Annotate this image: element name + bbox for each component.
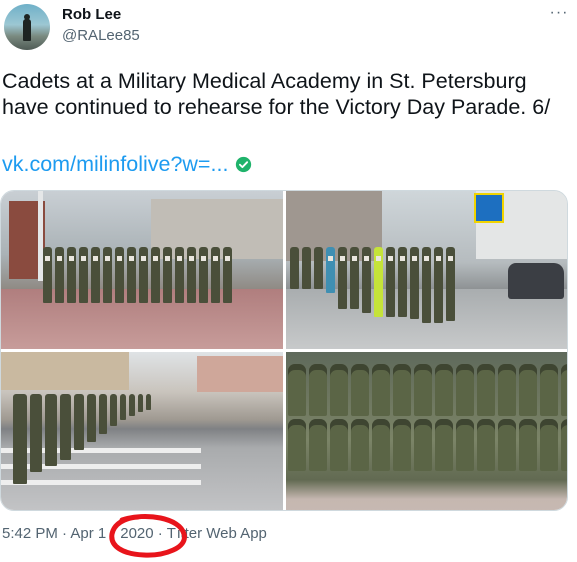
cadet-column bbox=[13, 394, 151, 484]
tweet-metadata: 5:42 PM · Apr 1 2020 · T itter Web App bbox=[2, 525, 267, 542]
meta-separator: · bbox=[57, 525, 71, 542]
tweet-time[interactable]: 5:42 PM bbox=[2, 525, 58, 542]
tweet-link[interactable]: vk.com/milinfolive?w=... bbox=[2, 151, 252, 177]
photo-cadets-crossing-road[interactable] bbox=[1, 352, 283, 510]
photo-cadets-marching-plaza[interactable] bbox=[1, 191, 283, 349]
tweet-source[interactable]: T itter Web App bbox=[167, 525, 267, 542]
avatar-person-body bbox=[23, 19, 31, 41]
author-display-name[interactable]: Rob Lee bbox=[62, 6, 121, 23]
photo-cadets-marching-street[interactable] bbox=[286, 191, 567, 349]
author-handle[interactable]: @RALee85 bbox=[62, 27, 140, 44]
cadet-row bbox=[43, 247, 232, 303]
photo-cadets-close-formation[interactable] bbox=[286, 352, 567, 510]
verified-check-icon bbox=[236, 156, 252, 172]
tweet-card: Rob Lee @RALee85 ··· Cadets at a Militar… bbox=[0, 0, 577, 562]
meta-separator: · bbox=[153, 525, 167, 542]
avatar[interactable] bbox=[4, 4, 50, 50]
tweet-text: Cadets at a Military Medical Academy in … bbox=[2, 69, 551, 119]
building-shape bbox=[197, 356, 283, 392]
ellipsis-icon[interactable]: ··· bbox=[548, 2, 570, 24]
crosswalk-sign-icon bbox=[474, 193, 504, 223]
tweet-year[interactable]: 2020 bbox=[120, 525, 153, 542]
cadet-formation bbox=[288, 364, 567, 471]
car-shape bbox=[508, 263, 564, 299]
tweet-date[interactable]: Apr 1 bbox=[70, 525, 106, 542]
tweet-link-text[interactable]: vk.com/milinfolive?w=... bbox=[2, 151, 228, 177]
cadet-column bbox=[290, 247, 455, 323]
building-shape bbox=[1, 352, 129, 390]
media-grid bbox=[0, 190, 568, 511]
